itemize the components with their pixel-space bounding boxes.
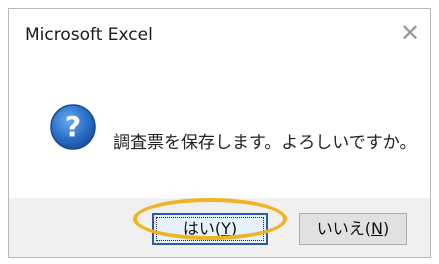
dialog-content: ? 調査票を保存します。よろしいですか。 [9, 53, 430, 201]
question-icon: ? [50, 104, 96, 150]
no-button-label: いいえ( [316, 219, 372, 238]
message-box-window: Microsoft Excel ✕ ? 調査票を保存します。よろしいですか。 は… [8, 8, 431, 258]
button-area: はい(Y) いいえ(N) [9, 198, 430, 257]
svg-text:?: ? [65, 110, 81, 143]
close-icon[interactable]: ✕ [398, 21, 422, 45]
title-bar: Microsoft Excel ✕ [9, 9, 430, 53]
yes-button[interactable]: はい(Y) [152, 213, 268, 245]
window-title: Microsoft Excel [25, 25, 153, 45]
yes-button-label: はい( [182, 219, 222, 238]
no-button-label-close: ) [382, 219, 390, 238]
no-button-accesskey: N [371, 219, 383, 238]
yes-button-label-close: ) [230, 219, 238, 238]
yes-button-accesskey: Y [221, 219, 231, 238]
dialog-message: 調査票を保存します。よろしいですか。 [113, 133, 417, 153]
no-button[interactable]: いいえ(N) [299, 213, 407, 245]
